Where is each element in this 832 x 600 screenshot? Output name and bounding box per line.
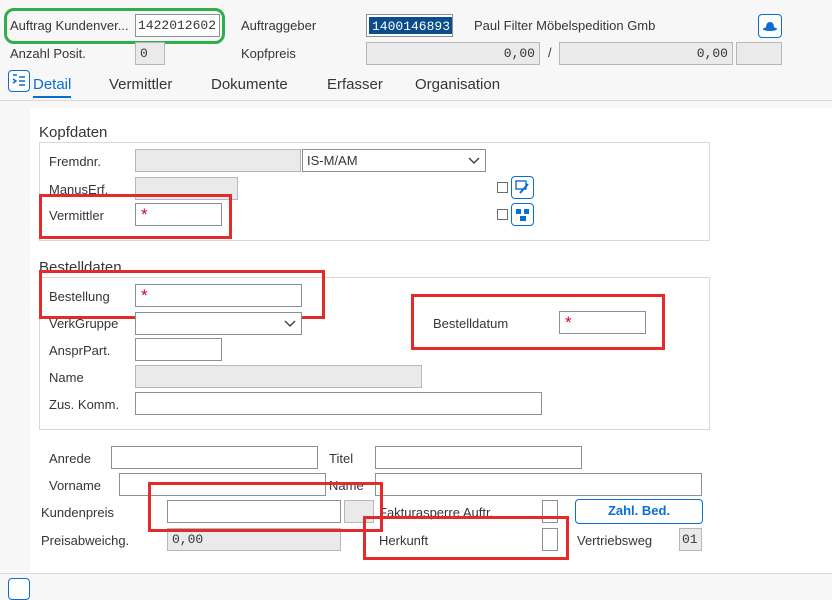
- vorname-field[interactable]: [119, 473, 326, 496]
- vermittler-field[interactable]: *: [135, 203, 222, 226]
- zuskomm-field[interactable]: [135, 392, 542, 415]
- kundenpreis-label: Kundenpreis: [41, 505, 114, 520]
- tab-detail[interactable]: Detail: [33, 76, 72, 98]
- fakturasperre-field[interactable]: [542, 500, 558, 523]
- required-indicator: *: [141, 286, 148, 305]
- zahl-bed-button[interactable]: Zahl. Bed.: [575, 499, 703, 524]
- herkunft-label: Herkunft: [379, 533, 429, 548]
- auftraggeber-label: Auftraggeber: [241, 18, 317, 33]
- edit-note-icon: [515, 180, 529, 194]
- verkgruppe-select[interactable]: [135, 312, 302, 335]
- bestelldaten-title: Bestelldaten: [39, 259, 122, 276]
- bottom-divider: [0, 573, 832, 574]
- verkgruppe-label: VerkGruppe: [49, 316, 119, 331]
- tab-menu-button[interactable]: [8, 70, 30, 92]
- chevron-down-icon: [468, 157, 480, 164]
- required-indicator: *: [565, 313, 572, 332]
- auftraggeber-field[interactable]: 1400146893: [366, 14, 453, 37]
- vorname-label: Vorname: [49, 478, 102, 493]
- org-structure-icon: [516, 209, 529, 221]
- anzahl-label: Anzahl Posit.: [10, 46, 86, 61]
- auftrag-field[interactable]: 1422012602: [135, 14, 220, 37]
- bestelldatum-field[interactable]: *: [559, 311, 646, 334]
- lower-name-field[interactable]: [375, 473, 702, 496]
- bestelldatum-label: Bestelldatum: [433, 316, 509, 331]
- anrede-label: Anrede: [49, 451, 91, 466]
- anrede-field[interactable]: [111, 446, 318, 469]
- name-label: Name: [49, 370, 84, 385]
- checkbox-1[interactable]: [497, 182, 508, 193]
- ansprpart-label: AnsprPart.: [49, 343, 111, 358]
- fakturasperre-label: Fakturasperre Auftr.: [379, 505, 494, 520]
- checkbox-2[interactable]: [497, 209, 508, 220]
- bestellung-label: Bestellung: [49, 289, 110, 304]
- manuserf-label: ManusErf.: [49, 182, 109, 197]
- edit-note-button[interactable]: [511, 176, 534, 199]
- vertriebsweg-label: Vertriebsweg: [577, 533, 653, 548]
- kopfpreis-field-1: 0,00: [366, 42, 540, 65]
- chevron-down-icon: [284, 320, 296, 327]
- lower-name-label: Name: [329, 478, 364, 493]
- fremdnr-select-value: IS-M/AM: [307, 153, 358, 168]
- kundenpreis-field[interactable]: [167, 500, 341, 523]
- kundenpreis-currency: [344, 500, 374, 523]
- vermittler-label: Vermittler: [49, 208, 104, 223]
- name-field: [135, 365, 422, 388]
- anzahl-field: 0: [135, 42, 165, 65]
- tab-vermittler[interactable]: Vermittler: [109, 76, 172, 93]
- org-structure-button[interactable]: [511, 203, 534, 226]
- vertriebsweg-field: 01: [679, 528, 702, 551]
- fremdnr-select[interactable]: IS-M/AM: [302, 149, 486, 172]
- preisabweichg-field: 0,00: [167, 528, 341, 551]
- manuserf-field: [135, 177, 238, 200]
- zuskomm-label: Zus. Komm.: [49, 397, 120, 412]
- auftrag-label: Auftrag Kundenver...: [10, 18, 129, 33]
- tab-dokumente[interactable]: Dokumente: [211, 76, 288, 93]
- titel-label: Titel: [329, 451, 354, 466]
- required-indicator: *: [141, 205, 148, 224]
- hat-icon: [763, 22, 777, 31]
- tab-divider: [0, 100, 832, 101]
- tab-organisation[interactable]: Organisation: [415, 76, 500, 93]
- auftraggeber-value: 1400146893: [369, 17, 452, 34]
- herkunft-field[interactable]: [542, 528, 558, 551]
- auftraggeber-name: Paul Filter Möbelspedition Gmb: [474, 18, 656, 33]
- kopfpreis-field-2: 0,00: [559, 42, 733, 65]
- kopfpreis-separator: /: [548, 45, 552, 60]
- bottom-menu-button[interactable]: [8, 578, 30, 600]
- ansprpart-field[interactable]: [135, 338, 222, 361]
- preisabweichg-label: Preisabweichg.: [41, 533, 130, 548]
- bestellung-field[interactable]: *: [135, 284, 302, 307]
- list-icon: [12, 74, 25, 86]
- kopfdaten-title: Kopfdaten: [39, 124, 108, 141]
- titel-field[interactable]: [375, 446, 582, 469]
- kopfpreis-label: Kopfpreis: [241, 46, 296, 61]
- tab-erfasser[interactable]: Erfasser: [327, 76, 383, 93]
- hat-icon-button[interactable]: [758, 14, 782, 38]
- fremdnr-label: Fremdnr.: [49, 154, 102, 169]
- currency-field: [736, 42, 782, 65]
- fremdnr-field: [135, 149, 301, 172]
